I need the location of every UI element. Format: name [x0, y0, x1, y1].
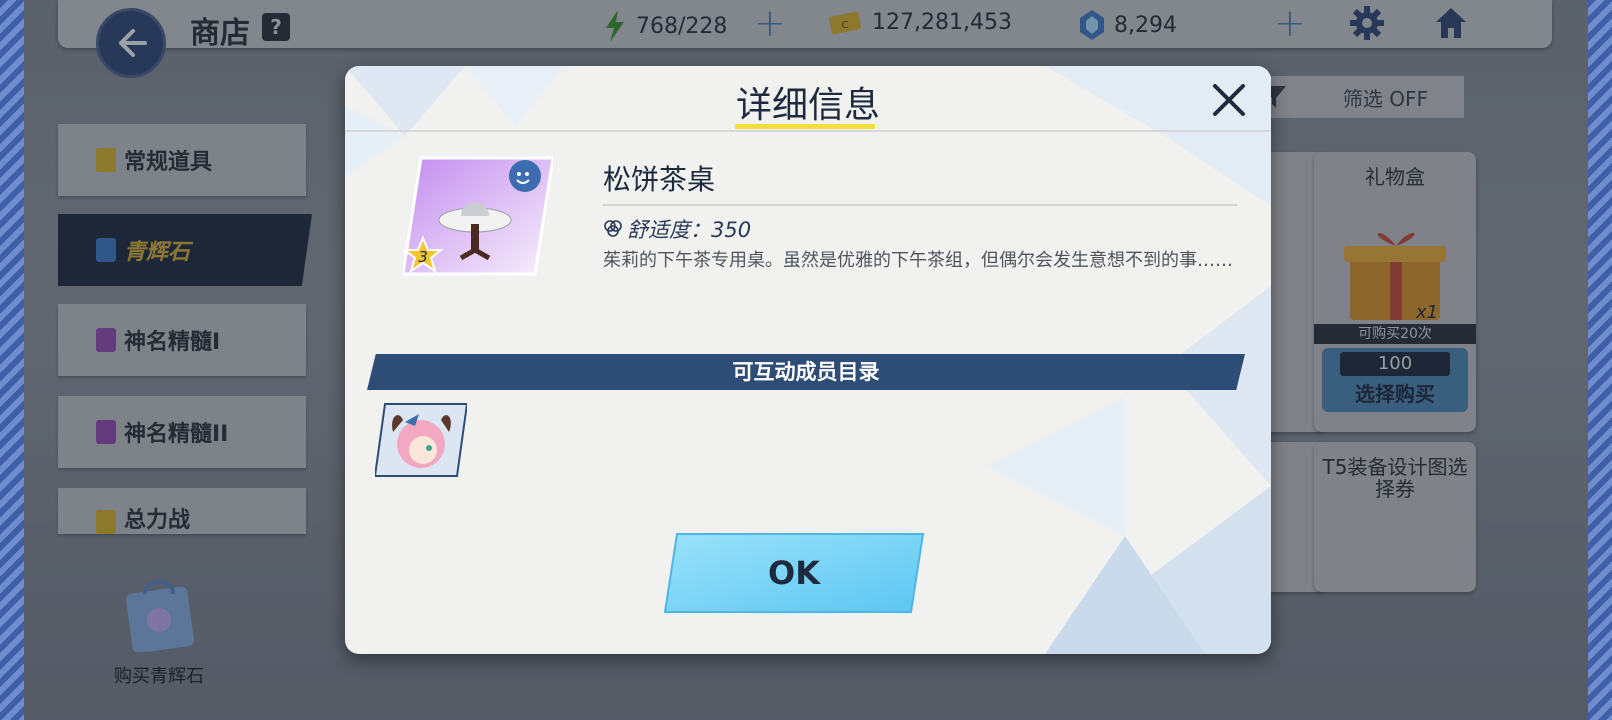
- help-icon[interactable]: ?: [262, 13, 290, 41]
- credits-value: 127,281,453: [872, 10, 1012, 35]
- card-title: T5装备设计图选择券: [1322, 455, 1468, 501]
- modal-header: 详细信息: [345, 66, 1271, 132]
- add-ap-button[interactable]: +: [754, 4, 786, 42]
- comfort-stat: 舒适度：350: [603, 214, 751, 244]
- price: 100: [1340, 352, 1450, 376]
- ok-label: OK: [768, 554, 820, 592]
- gems-counter: 8,294: [1080, 10, 1177, 40]
- ap-counter: 768/228: [604, 10, 727, 42]
- pyroxene-icon: [96, 238, 116, 262]
- add-gems-button[interactable]: +: [1274, 4, 1306, 42]
- sidebar-item-label: 神名精髓II: [124, 422, 229, 447]
- sidebar-item-regular[interactable]: 常规道具: [58, 124, 306, 196]
- sidebar-item-eleph-2[interactable]: 神名精髓II: [58, 396, 306, 468]
- ok-button[interactable]: OK: [663, 532, 925, 614]
- ap-value: 768/228: [636, 13, 728, 39]
- item-detail-modal: 详细信息 3 松饼茶桌 舒适度：350 茱莉的下午茶专用桌。虽然是优雅的下午茶组…: [345, 66, 1271, 654]
- card-title: 礼物盒: [1365, 165, 1425, 189]
- gems-value: 8,294: [1114, 12, 1177, 38]
- credit-icon: [96, 148, 116, 172]
- page-title: 商店: [190, 16, 250, 51]
- filter-button[interactable]: 筛选 OFF: [1254, 76, 1464, 118]
- shopping-bag-icon: [125, 580, 195, 654]
- sidebar-item-label: 青辉石: [124, 240, 191, 265]
- buy-gems-label: 购买青辉石: [114, 666, 204, 687]
- select-buy-button[interactable]: 100 选择购买: [1322, 348, 1468, 412]
- furniture-card: 3: [401, 154, 555, 278]
- interactable-members-heading: 可互动成员目录: [367, 354, 1245, 390]
- sidebar-item-eleph-1[interactable]: 神名精髓I: [58, 304, 306, 376]
- left-border-decoration: [0, 0, 24, 720]
- back-button[interactable]: [96, 8, 166, 78]
- title-underline: [735, 124, 875, 129]
- item-count: x1: [1416, 302, 1439, 323]
- shop-card-gift-box[interactable]: 礼物盒 x1 可购买20次 100 选择购买: [1314, 152, 1476, 432]
- buy-label: 选择购买: [1355, 382, 1435, 406]
- sidebar-item-label: 总力战: [124, 508, 191, 533]
- home-icon[interactable]: [1434, 6, 1468, 40]
- right-border-decoration: [1588, 0, 1612, 720]
- close-icon[interactable]: [1211, 82, 1247, 118]
- comfort-value: 舒适度：350: [627, 218, 752, 242]
- item-name: 松饼茶桌: [603, 163, 716, 196]
- gear-icon[interactable]: [1350, 6, 1384, 40]
- eleph-icon: [96, 420, 116, 444]
- buy-gems-shortcut[interactable]: 购买青辉石: [114, 572, 204, 688]
- sidebar-item-pyroxene[interactable]: 青辉石: [58, 214, 312, 286]
- student-avatar[interactable]: [373, 402, 469, 478]
- back-arrow-icon: [119, 29, 147, 57]
- coin-icon: [96, 510, 116, 534]
- filter-label: 筛选 OFF: [1342, 86, 1428, 111]
- clover-icon: [604, 220, 622, 237]
- credit-icon: C: [829, 11, 861, 34]
- lightning-icon: [606, 10, 624, 42]
- sidebar-item-total-assault[interactable]: 总力战: [58, 488, 306, 534]
- divider: [603, 204, 1237, 206]
- modal-title: 详细信息: [735, 85, 880, 126]
- purchase-limit: 可购买20次: [1314, 324, 1476, 344]
- star-rank: 3: [418, 248, 428, 266]
- item-description: 茱莉的下午茶专用桌。虽然是优雅的下午茶组，但偶尔会发生意想不到的事……: [603, 250, 1233, 271]
- shop-card-t5-ticket[interactable]: T5装备设计图选择券: [1314, 442, 1476, 592]
- student-portrait: [373, 403, 469, 477]
- pyroxene-icon: [1080, 10, 1104, 40]
- sidebar-item-label: 常规道具: [124, 150, 213, 175]
- credits-counter: C 127,281,453: [828, 10, 1012, 35]
- eleph-icon: [96, 328, 116, 352]
- tea-table-image: 3: [401, 156, 555, 276]
- svg-text:C: C: [842, 20, 849, 31]
- sidebar-item-label: 神名精髓I: [124, 330, 221, 355]
